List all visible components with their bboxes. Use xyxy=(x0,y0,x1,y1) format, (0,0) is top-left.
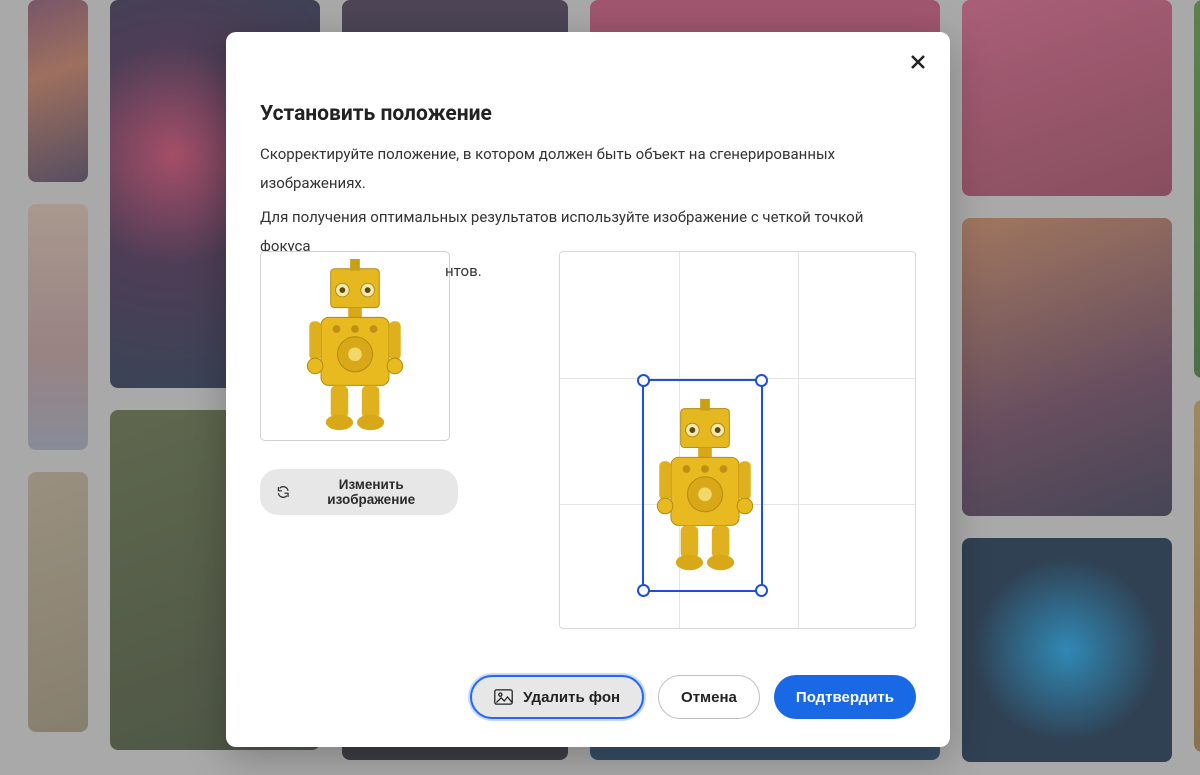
cancel-label: Отмена xyxy=(681,689,737,706)
modal-footer: Удалить фон Отмена Подтвердить xyxy=(470,675,916,719)
confirm-label: Подтвердить xyxy=(796,689,894,706)
refresh-icon xyxy=(276,484,290,500)
change-image-label: Изменить изображение xyxy=(300,477,442,507)
close-icon xyxy=(910,54,926,70)
remove-background-label: Удалить фон xyxy=(523,689,620,706)
cancel-button[interactable]: Отмена xyxy=(658,675,760,719)
modal-description-1: Скорректируйте положение, в котором долж… xyxy=(260,140,916,199)
resize-handle-bottom-right[interactable] xyxy=(755,584,768,597)
confirm-button[interactable]: Подтвердить xyxy=(774,675,916,719)
modal-description-3-fragment: нтов. xyxy=(445,262,482,280)
reference-image-preview xyxy=(260,251,450,441)
close-button[interactable] xyxy=(902,46,934,78)
resize-handle-bottom-left[interactable] xyxy=(637,584,650,597)
placed-image xyxy=(632,379,778,594)
position-canvas[interactable] xyxy=(559,251,916,629)
resize-handle-top-left[interactable] xyxy=(637,374,650,387)
resize-handle-top-right[interactable] xyxy=(755,374,768,387)
grid-line xyxy=(798,252,799,628)
remove-background-button[interactable]: Удалить фон xyxy=(470,675,644,719)
modal-title: Установить положение xyxy=(260,102,916,126)
reference-image xyxy=(280,259,430,434)
change-image-button[interactable]: Изменить изображение xyxy=(260,469,458,515)
image-icon xyxy=(494,689,513,705)
selection-box[interactable] xyxy=(642,379,763,592)
set-position-modal: Установить положение Скорректируйте поло… xyxy=(226,32,950,747)
